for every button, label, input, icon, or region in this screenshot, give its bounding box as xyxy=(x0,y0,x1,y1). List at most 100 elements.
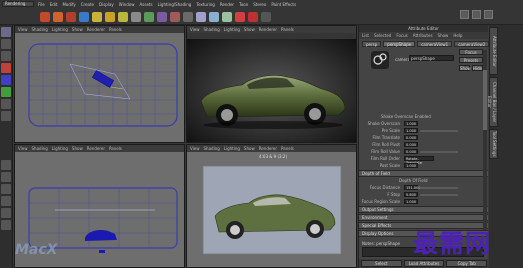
viewport-menu-item[interactable]: Show xyxy=(244,146,255,151)
tab-attribute-editor[interactable]: Attribute Editor xyxy=(489,27,498,75)
tab-persp[interactable]: persp xyxy=(362,41,382,47)
scale-tool-icon[interactable] xyxy=(1,87,11,97)
select-tool-icon[interactable] xyxy=(1,27,11,37)
menu-item[interactable]: Window xyxy=(119,2,135,7)
ae-menu-item[interactable]: List xyxy=(362,33,369,38)
layout-hypershade-icon[interactable] xyxy=(1,220,11,230)
viewport-side[interactable]: View Shading Lighting Show Renderer Pane… xyxy=(14,144,185,268)
hypershade-icon[interactable] xyxy=(79,12,89,22)
menu-item[interactable]: Stereo xyxy=(253,2,266,7)
tab-tool-settings[interactable]: Tool Settings xyxy=(489,129,498,159)
viewport-menu-item[interactable]: Show xyxy=(244,27,255,32)
ae-menu-item[interactable]: Help xyxy=(453,33,462,38)
attr-value[interactable]: 151.000 xyxy=(404,185,420,190)
history-icon[interactable] xyxy=(484,10,493,19)
menu-item[interactable]: Assets xyxy=(140,2,153,7)
viewport-menu-item[interactable]: Panels xyxy=(281,146,294,151)
hide-button[interactable]: Hide xyxy=(472,65,483,71)
presets-button[interactable]: Presets xyxy=(459,57,483,63)
material-icon[interactable] xyxy=(144,12,154,22)
attr-value[interactable]: 0.000 xyxy=(404,142,418,147)
viewport-menu-item[interactable]: Lighting xyxy=(52,27,68,32)
viewport-menu-item[interactable]: View xyxy=(190,146,200,151)
menu-item[interactable]: Render xyxy=(220,2,234,7)
attr-value[interactable]: 1.000 xyxy=(404,163,418,168)
spotlight-icon[interactable] xyxy=(105,12,115,22)
move-tool-icon[interactable] xyxy=(1,63,11,73)
viewport-menu-item[interactable]: Shading xyxy=(32,146,48,151)
mode-selector[interactable]: Rendering xyxy=(2,1,34,7)
camera-field[interactable]: perspShape xyxy=(409,55,454,61)
manipulator-icon[interactable] xyxy=(1,99,11,109)
layout-single-icon[interactable] xyxy=(1,160,11,170)
attr-slider[interactable] xyxy=(420,194,458,196)
menu-item[interactable]: Texturing xyxy=(196,2,214,7)
ae-scrollbar[interactable] xyxy=(483,50,487,230)
copy-tab-button[interactable]: Copy Tab xyxy=(446,260,488,267)
layout-four-icon[interactable] xyxy=(1,172,11,182)
light-icon[interactable] xyxy=(92,12,102,22)
select-button[interactable]: Select xyxy=(361,260,402,267)
viewport-menu-item[interactable]: Lighting xyxy=(224,146,240,151)
menu-item[interactable]: Toon xyxy=(239,2,248,7)
viewport-menu-item[interactable]: Renderer xyxy=(259,146,277,151)
attr-value[interactable]: 5.600 xyxy=(404,192,418,197)
viewport-camera[interactable]: View Shading Lighting Show Renderer Pane… xyxy=(186,144,357,268)
cube-icon[interactable] xyxy=(209,12,219,22)
menu-item[interactable]: File xyxy=(38,2,45,7)
magnet-icon[interactable] xyxy=(472,10,481,19)
attr-slider[interactable] xyxy=(420,151,458,153)
viewport-menu-item[interactable]: Lighting xyxy=(52,146,68,151)
viewport-menu-item[interactable]: Renderer xyxy=(87,146,105,151)
viewport-persp[interactable]: View Shading Lighting Show Renderer Pane… xyxy=(186,25,357,143)
menu-item[interactable]: Display xyxy=(99,2,114,7)
menu-item[interactable]: Paint Effects xyxy=(271,2,296,7)
viewport-menu-item[interactable]: Renderer xyxy=(259,27,277,32)
tab-cameraview1[interactable]: cameraView1 xyxy=(417,41,453,47)
viewport-menu-item[interactable]: View xyxy=(190,27,200,32)
menu-item[interactable]: Lighting/Shading xyxy=(158,2,192,7)
viewport-menu-item[interactable]: Show xyxy=(72,146,83,151)
viewport-menu-item[interactable]: Panels xyxy=(281,27,294,32)
camera-icon[interactable] xyxy=(183,12,193,22)
tab-cameraview2[interactable]: cameraView2 xyxy=(454,41,490,47)
sphere-icon[interactable] xyxy=(196,12,206,22)
layout-two-icon[interactable] xyxy=(1,184,11,194)
ae-menu-item[interactable]: Attributes xyxy=(413,33,433,38)
arealight-icon[interactable] xyxy=(131,12,141,22)
viewport-menu-item[interactable]: Shading xyxy=(32,27,48,32)
attr-slider[interactable] xyxy=(420,130,458,132)
viewport-menu-item[interactable]: View xyxy=(18,27,28,32)
texture-icon[interactable] xyxy=(170,12,180,22)
batch-render-icon[interactable] xyxy=(248,12,258,22)
viewport-menu-item[interactable]: Panels xyxy=(109,27,122,32)
section-output-settings[interactable]: Output Settings xyxy=(359,206,488,213)
menu-item[interactable]: Create xyxy=(81,2,94,7)
render-icon[interactable] xyxy=(40,12,50,22)
rotate-tool-icon[interactable] xyxy=(1,75,11,85)
last-tool-icon[interactable] xyxy=(1,111,11,121)
attr-value[interactable]: 1.000 xyxy=(404,199,418,204)
viewport-menu-item[interactable]: Shading xyxy=(204,146,220,151)
menu-item[interactable]: Modify xyxy=(62,2,75,7)
ipr-render-icon[interactable] xyxy=(53,12,63,22)
layout-graph-icon[interactable] xyxy=(1,208,11,218)
cylinder-icon[interactable] xyxy=(222,12,232,22)
focus-button[interactable]: Focus xyxy=(459,49,483,55)
attr-value[interactable]: 1.000 xyxy=(404,121,418,126)
shader-icon[interactable] xyxy=(157,12,167,22)
load-attributes-button[interactable]: Load Attributes xyxy=(403,260,445,267)
attr-dropdown[interactable]: Rotate-Translate xyxy=(404,156,434,165)
render-settings-icon[interactable] xyxy=(66,12,76,22)
menu-item[interactable]: Edit xyxy=(50,2,58,7)
snap-icon[interactable] xyxy=(460,10,469,19)
ae-menu-item[interactable]: Selected xyxy=(374,33,391,38)
section-environment[interactable]: Environment xyxy=(359,214,488,221)
section-depth-of-field[interactable]: Depth of Field xyxy=(359,170,488,177)
ae-menu-item[interactable]: Show xyxy=(438,33,449,38)
viewport-menu-item[interactable]: Renderer xyxy=(87,27,105,32)
pointlight-icon[interactable] xyxy=(118,12,128,22)
attr-value[interactable]: 0.000 xyxy=(404,135,418,140)
viewport-menu-item[interactable]: Shading xyxy=(204,27,220,32)
viewport-top[interactable]: View Shading Lighting Show Renderer Pane… xyxy=(14,25,185,143)
